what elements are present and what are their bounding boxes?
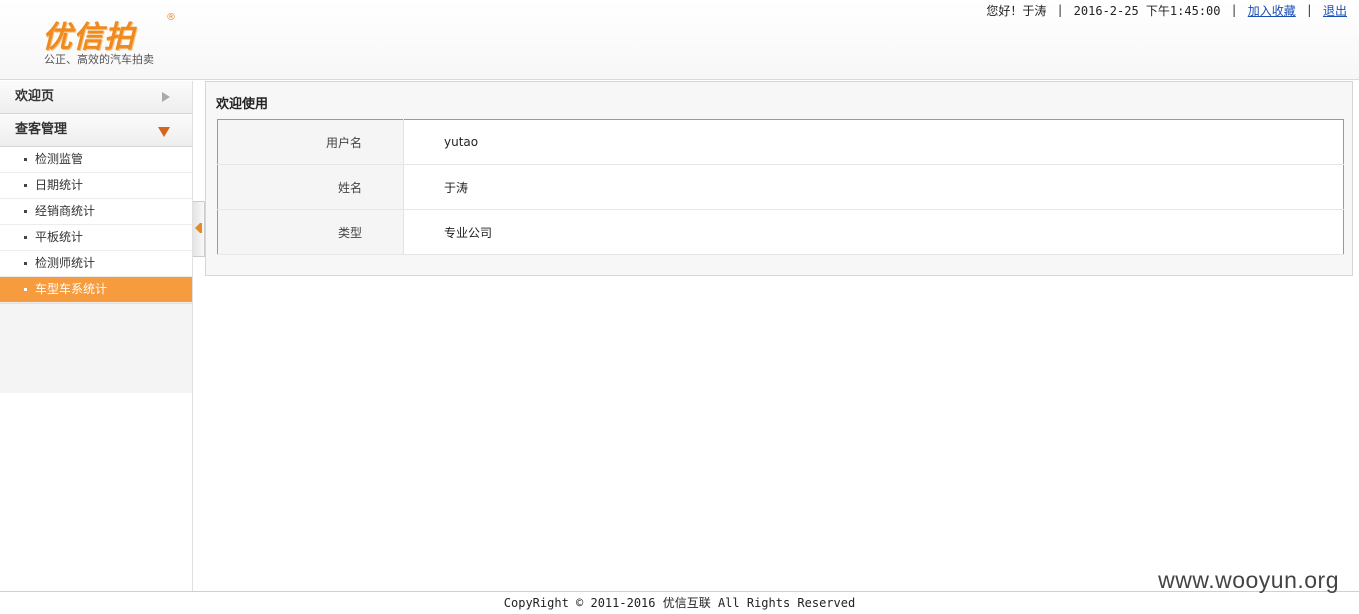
bullet-icon <box>24 210 27 213</box>
arrow-down-icon <box>158 127 170 137</box>
sidebar-filler <box>0 303 192 393</box>
sidebar-item-date-stats[interactable]: 日期统计 <box>0 173 192 199</box>
logo-text: 优信拍 <box>42 20 135 55</box>
sidebar-item-label: 检测师统计 <box>35 256 96 270</box>
sidebar-menu: 欢迎页 查客管理 检测监管 日期统计 经销商统计 平板统计 检测师统计 车型车系… <box>0 81 193 591</box>
bullet-icon <box>24 288 27 291</box>
sidebar-item-label: 检测监管 <box>35 152 84 166</box>
bullet-icon <box>24 236 27 239</box>
footer: CopyRight © 2011-2016 优信互联 All Rights Re… <box>0 591 1359 611</box>
sidebar-item-inspection-supervision[interactable]: 检测监管 <box>0 147 192 173</box>
menu-group-welcome[interactable]: 欢迎页 <box>0 81 192 114</box>
sidebar-item-label: 车型车系统计 <box>35 282 108 296</box>
table-row: 姓名 于涛 <box>217 164 1344 210</box>
sidebar-collapse-handle[interactable] <box>193 201 205 257</box>
sidebar-item-inspector-stats[interactable]: 检测师统计 <box>0 251 192 277</box>
arrow-right-icon <box>162 92 170 102</box>
watermark: www.wooyun.org <box>1158 567 1339 593</box>
datetime-text: 2016-2-25 下午1:45:00 <box>1073 3 1221 18</box>
type-value: 专业公司 <box>403 209 1344 255</box>
table-row: 用户名 yutao <box>217 119 1344 165</box>
add-favorite-link[interactable]: 加入收藏 <box>1248 2 1296 19</box>
top-user-bar: 您好！于涛 | 2016-2-25 下午1:45:00 | 加入收藏 | 退出 <box>986 2 1347 18</box>
menu-group-label: 查客管理 <box>15 122 68 137</box>
sidebar-item-label: 经销商统计 <box>35 204 96 218</box>
bullet-icon <box>24 184 27 187</box>
separator: | <box>1305 3 1313 17</box>
header: 优信拍 ® 公正、高效的汽车拍卖 您好！于涛 | 2016-2-25 下午1:4… <box>0 0 1359 80</box>
bullet-icon <box>24 158 27 161</box>
menu-group-inspection-management[interactable]: 查客管理 <box>0 114 192 147</box>
copyright-text: CopyRight © 2011-2016 优信互联 All Rights Re… <box>503 596 856 610</box>
sidebar-item-dealer-stats[interactable]: 经销商统计 <box>0 199 192 225</box>
username-value: yutao <box>403 119 1344 165</box>
table-row: 类型 专业公司 <box>217 209 1344 255</box>
separator: | <box>1230 3 1238 17</box>
submenu-list: 检测监管 日期统计 经销商统计 平板统计 检测师统计 车型车系统计 <box>0 147 192 303</box>
welcome-panel: 欢迎使用 用户名 yutao 姓名 于涛 类型 专业公司 <box>205 81 1353 276</box>
name-label: 姓名 <box>217 164 404 210</box>
type-label: 类型 <box>217 209 404 255</box>
name-value: 于涛 <box>403 164 1344 210</box>
sidebar-item-tablet-stats[interactable]: 平板统计 <box>0 225 192 251</box>
menu-group-label: 欢迎页 <box>15 89 55 104</box>
sidebar-item-model-series-stats[interactable]: 车型车系统计 <box>0 277 192 303</box>
panel-title: 欢迎使用 <box>216 97 269 112</box>
username-label: 用户名 <box>217 119 404 165</box>
sidebar-item-label: 日期统计 <box>35 178 84 192</box>
logo-slogan: 公正、高效的汽车拍卖 <box>44 53 154 66</box>
logout-link[interactable]: 退出 <box>1323 2 1347 19</box>
bullet-icon <box>24 262 27 265</box>
collapse-bar-icon <box>200 223 202 233</box>
registered-mark: ® <box>166 12 176 23</box>
greeting-text: 您好！于涛 <box>986 3 1047 18</box>
sidebar-item-label: 平板统计 <box>35 230 84 244</box>
separator: | <box>1056 3 1064 17</box>
logo[interactable]: 优信拍 ® 公正、高效的汽车拍卖 <box>40 10 180 68</box>
user-info-table: 用户名 yutao 姓名 于涛 类型 专业公司 <box>217 119 1344 255</box>
